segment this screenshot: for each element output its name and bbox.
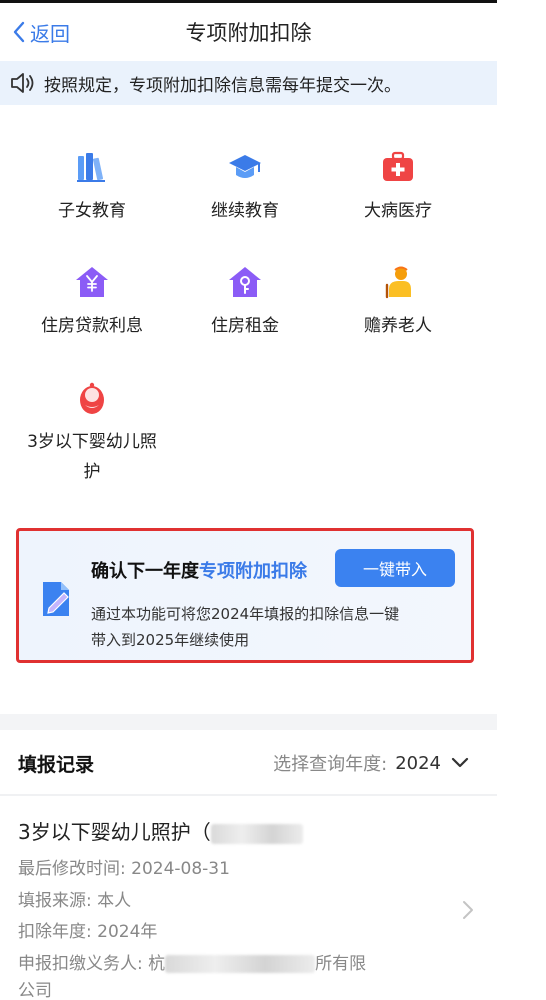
graduation-cap-icon xyxy=(229,155,261,178)
record-agent: 申报扣缴义务人: 杭所有限 xyxy=(18,954,367,974)
section-divider xyxy=(0,714,497,730)
books-icon xyxy=(77,153,105,182)
chevron-down-icon xyxy=(451,757,469,768)
category-label: 继续教育 xyxy=(211,201,279,221)
category-label: 3岁以下婴幼儿照护 xyxy=(27,432,157,482)
category-housing-rent[interactable]: 住房租金 xyxy=(170,265,320,341)
category-label: 住房贷款利息 xyxy=(41,316,143,336)
year-selector-value: 2024 xyxy=(395,752,441,774)
record-year: 扣除年度: 2024年 xyxy=(18,922,158,942)
records-title: 填报记录 xyxy=(18,754,95,776)
record-source: 填报来源: 本人 xyxy=(18,891,132,911)
house-yuan-icon xyxy=(76,267,108,297)
elder-icon xyxy=(385,266,411,299)
one-click-import-button[interactable]: 一键带入 xyxy=(335,549,455,587)
house-key-icon xyxy=(229,267,261,297)
category-child-education[interactable]: 子女教育 xyxy=(17,150,167,226)
redacted-text xyxy=(165,955,316,973)
card-title: 确认下一年度专项附加扣除 xyxy=(91,561,307,582)
category-housing-loan-interest[interactable]: 住房贷款利息 xyxy=(17,265,167,341)
notice-text: 按照规定，专项附加扣除信息需每年提交一次。 xyxy=(44,75,401,96)
record-name: 3岁以下婴幼儿照护（ xyxy=(18,816,303,845)
speaker-icon xyxy=(11,73,34,93)
card-description: 通过本功能可将您2024年填报的扣除信息一键 带入到2025年继续使用 xyxy=(91,605,400,649)
year-selector[interactable]: 选择查询年度: 2024 xyxy=(273,750,469,776)
nav-header: 返回 专项附加扣除 xyxy=(0,3,497,61)
category-label: 大病医疗 xyxy=(364,201,432,221)
chevron-right-icon xyxy=(463,901,473,919)
category-infant-care[interactable]: 3岁以下婴幼儿照护 xyxy=(17,381,167,487)
category-continuing-education[interactable]: 继续教育 xyxy=(170,150,320,226)
notice-banner: 按照规定，专项附加扣除信息需每年提交一次。 xyxy=(0,61,497,105)
record-item[interactable]: 3岁以下婴幼儿照护（ 最后修改时间: 2024-08-31 填报来源: 本人 扣… xyxy=(0,796,497,1000)
category-serious-illness[interactable]: 大病医疗 xyxy=(323,150,473,226)
record-agent-wrap: 公司 xyxy=(18,981,52,1000)
record-modified: 最后修改时间: 2024-08-31 xyxy=(18,859,230,879)
page-title: 专项附加扣除 xyxy=(185,21,312,45)
category-label: 子女教育 xyxy=(58,201,126,221)
category-label: 住房租金 xyxy=(211,316,279,336)
medical-kit-icon xyxy=(383,151,413,181)
records-header: 填报记录 选择查询年度: 2024 xyxy=(0,730,497,794)
screen-margin xyxy=(497,0,546,1000)
carry-forward-card: 确认下一年度专项附加扣除 一键带入 通过本功能可将您2024年填报的扣除信息一键… xyxy=(16,528,474,663)
category-label: 赡养老人 xyxy=(364,316,432,336)
infant-icon xyxy=(80,382,104,414)
year-selector-label: 选择查询年度: xyxy=(273,754,388,775)
category-elderly-support[interactable]: 赡养老人 xyxy=(323,265,473,341)
redacted-text xyxy=(210,823,303,844)
document-edit-icon xyxy=(43,582,69,616)
